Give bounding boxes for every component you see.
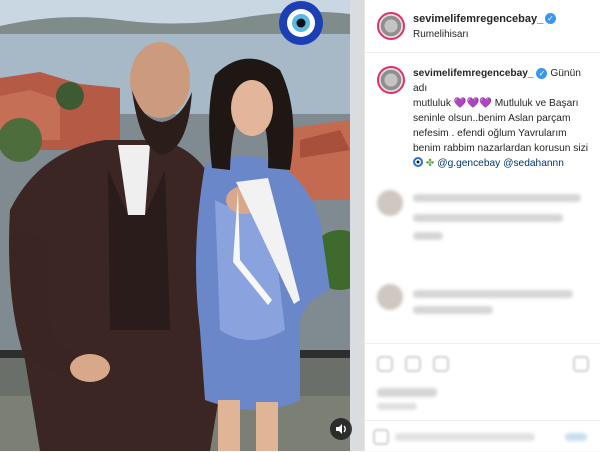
caption-text-2b: Mutluluk ve Başarı bbox=[494, 98, 579, 109]
post-date-blurred bbox=[377, 403, 417, 410]
post-location[interactable]: Rumelihisarı bbox=[413, 29, 469, 40]
post-header: sevimelifemregencebay_ ✓ Rumelihisarı bbox=[365, 0, 600, 53]
post-caption: sevimelifemregencebay_ ✓ Günün adı mutlu… bbox=[413, 66, 595, 171]
media-side-strip bbox=[350, 0, 364, 451]
add-comment-bar bbox=[365, 420, 600, 452]
author-avatar[interactable] bbox=[377, 12, 405, 40]
evil-eye-emoji-icon bbox=[413, 157, 423, 167]
likes-count-blurred[interactable] bbox=[377, 388, 437, 397]
add-comment-input[interactable] bbox=[395, 433, 535, 441]
caption-text-3: seninle olsun..benim Aslan parçam bbox=[413, 113, 571, 124]
clover-emoji-icon: ✤ bbox=[425, 158, 435, 169]
post-comment-button[interactable] bbox=[565, 433, 587, 441]
comment-avatar bbox=[377, 190, 403, 216]
comment-text-blurred bbox=[413, 290, 573, 298]
post-actions-bar bbox=[365, 343, 600, 384]
caption-text-2: mutluluk bbox=[413, 98, 451, 109]
evil-eye-icon bbox=[279, 1, 323, 45]
author-username[interactable]: sevimelifemregencebay_ bbox=[413, 13, 543, 25]
comment-text-blurred bbox=[413, 194, 581, 202]
caption-username[interactable]: sevimelifemregencebay_ bbox=[413, 68, 534, 79]
comment-avatar bbox=[377, 284, 403, 310]
emoji-icon[interactable] bbox=[373, 429, 389, 445]
caption-verified-icon: ✓ bbox=[536, 68, 548, 79]
mention-link-1[interactable]: @g.gencebay bbox=[437, 158, 500, 169]
post-media[interactable] bbox=[0, 0, 364, 451]
verified-badge-icon: ✓ bbox=[545, 13, 556, 24]
post-photo bbox=[0, 0, 350, 451]
caption-avatar[interactable] bbox=[377, 66, 405, 94]
purple-hearts-emoji: 💜💜💜 bbox=[453, 98, 492, 109]
like-icon[interactable] bbox=[377, 356, 393, 372]
post-details-panel: sevimelifemregencebay_ ✓ Rumelihisarı se… bbox=[364, 0, 600, 451]
sound-icon bbox=[336, 424, 346, 434]
share-icon[interactable] bbox=[433, 356, 449, 372]
comment-text-blurred bbox=[413, 214, 563, 222]
save-icon[interactable] bbox=[573, 356, 589, 372]
caption-text-4: nefesim . efendi oğlum Yavrularım bbox=[413, 128, 567, 139]
comment-text-blurred bbox=[413, 306, 493, 314]
comment-text-blurred bbox=[413, 232, 443, 240]
comment-icon[interactable] bbox=[405, 356, 421, 372]
sound-toggle-button[interactable] bbox=[330, 418, 352, 440]
instagram-post-view: sevimelifemregencebay_ ✓ Rumelihisarı se… bbox=[0, 0, 600, 451]
comment-item bbox=[377, 188, 597, 248]
comment-item bbox=[377, 282, 597, 316]
mention-link-2[interactable]: @sedahannn bbox=[503, 158, 564, 169]
caption-text-5: benim rabbim nazarlardan korusun sizi bbox=[413, 143, 588, 154]
